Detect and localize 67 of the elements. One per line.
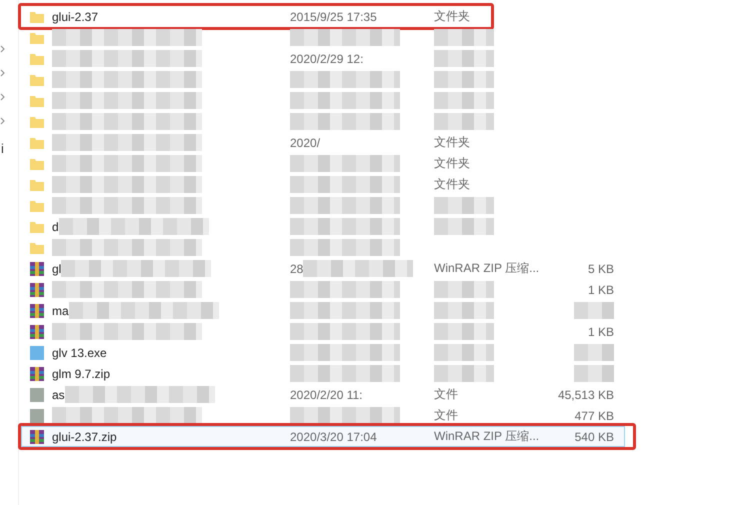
file-size: 45,513 KB bbox=[558, 388, 614, 402]
nav-label: i bbox=[0, 141, 4, 156]
file-size: 5 KB bbox=[588, 262, 614, 276]
modified-date: 2015/9/25 17:35 bbox=[290, 10, 377, 24]
file-name: gl bbox=[52, 262, 62, 276]
file-row[interactable]: 文件 477 KB bbox=[21, 405, 625, 426]
file-row[interactable]: glv 13.exe bbox=[21, 342, 625, 363]
folder-icon bbox=[30, 94, 44, 108]
file-name: ma bbox=[52, 304, 69, 318]
file-row[interactable]: as 2020/2/20 11: 文件 45,513 KB bbox=[21, 384, 625, 405]
file-type: 文件夹 bbox=[434, 155, 470, 172]
archive-icon bbox=[30, 282, 44, 296]
file-size: 1 KB bbox=[588, 282, 614, 296]
modified-date: 2020/2/29 12: bbox=[290, 52, 364, 66]
folder-icon bbox=[30, 72, 44, 86]
archive-icon bbox=[30, 324, 44, 338]
archive-icon bbox=[30, 366, 44, 380]
folder-icon bbox=[30, 198, 44, 212]
chevron-icon[interactable] bbox=[0, 69, 5, 77]
file-name: glv 13.exe bbox=[52, 346, 107, 360]
file-type: WinRAR ZIP 压缩... bbox=[434, 260, 540, 277]
file-row[interactable]: 1 KB bbox=[21, 321, 625, 342]
file-row[interactable]: 2020/ 文件夹 bbox=[21, 132, 625, 153]
archive-icon bbox=[30, 262, 44, 276]
folder-icon bbox=[30, 114, 44, 128]
file-row[interactable]: d bbox=[21, 216, 625, 237]
file-type: 文件 bbox=[434, 407, 458, 424]
file-name: glui-2.37.zip bbox=[52, 430, 117, 444]
modified-date: 2020/3/20 17:04 bbox=[290, 430, 377, 444]
archive-icon bbox=[30, 304, 44, 318]
file-icon bbox=[30, 408, 44, 422]
file-icon bbox=[30, 388, 44, 402]
file-type: 文件夹 bbox=[434, 134, 470, 151]
chevron-icon[interactable] bbox=[0, 45, 5, 53]
modified-date: 2020/2/20 11: bbox=[290, 388, 363, 402]
folder-icon bbox=[30, 240, 44, 254]
application-icon bbox=[30, 346, 44, 360]
file-name: glui-2.37 bbox=[52, 10, 98, 24]
modified-date: 28 bbox=[290, 262, 304, 276]
folder-icon bbox=[30, 220, 44, 234]
file-name: as bbox=[52, 388, 65, 402]
file-size: 540 KB bbox=[574, 430, 614, 444]
folder-icon bbox=[30, 30, 44, 44]
folder-icon bbox=[30, 10, 44, 24]
file-row[interactable]: gl 28 WinRAR ZIP 压缩... 5 KB bbox=[21, 258, 625, 279]
file-row[interactable]: 1 KB bbox=[21, 279, 625, 300]
file-type: 文件夹 bbox=[434, 176, 470, 193]
file-name: d bbox=[52, 220, 59, 234]
folder-icon bbox=[30, 52, 44, 66]
chevron-icon[interactable] bbox=[0, 117, 5, 125]
archive-icon bbox=[30, 430, 44, 444]
file-row[interactable]: 文件夹 bbox=[21, 153, 625, 174]
file-type: 文件夹 bbox=[434, 8, 470, 25]
file-size: 1 KB bbox=[588, 324, 614, 338]
folder-icon bbox=[30, 156, 44, 170]
file-row[interactable]: 文件夹 bbox=[21, 174, 625, 195]
folder-icon bbox=[30, 136, 44, 150]
file-row[interactable]: 2020/2/29 12: bbox=[21, 48, 625, 69]
folder-icon bbox=[30, 178, 44, 192]
file-name: glm 9.7.zip bbox=[52, 366, 110, 380]
file-type: WinRAR ZIP 压缩... bbox=[434, 428, 540, 445]
file-type: 文件 bbox=[434, 386, 458, 403]
modified-date: 2020/ bbox=[290, 136, 320, 150]
chevron-icon[interactable] bbox=[0, 93, 5, 101]
file-row[interactable]: glm 9.7.zip bbox=[21, 363, 625, 384]
file-size: 477 KB bbox=[574, 408, 614, 422]
file-row[interactable]: ma bbox=[21, 300, 625, 321]
